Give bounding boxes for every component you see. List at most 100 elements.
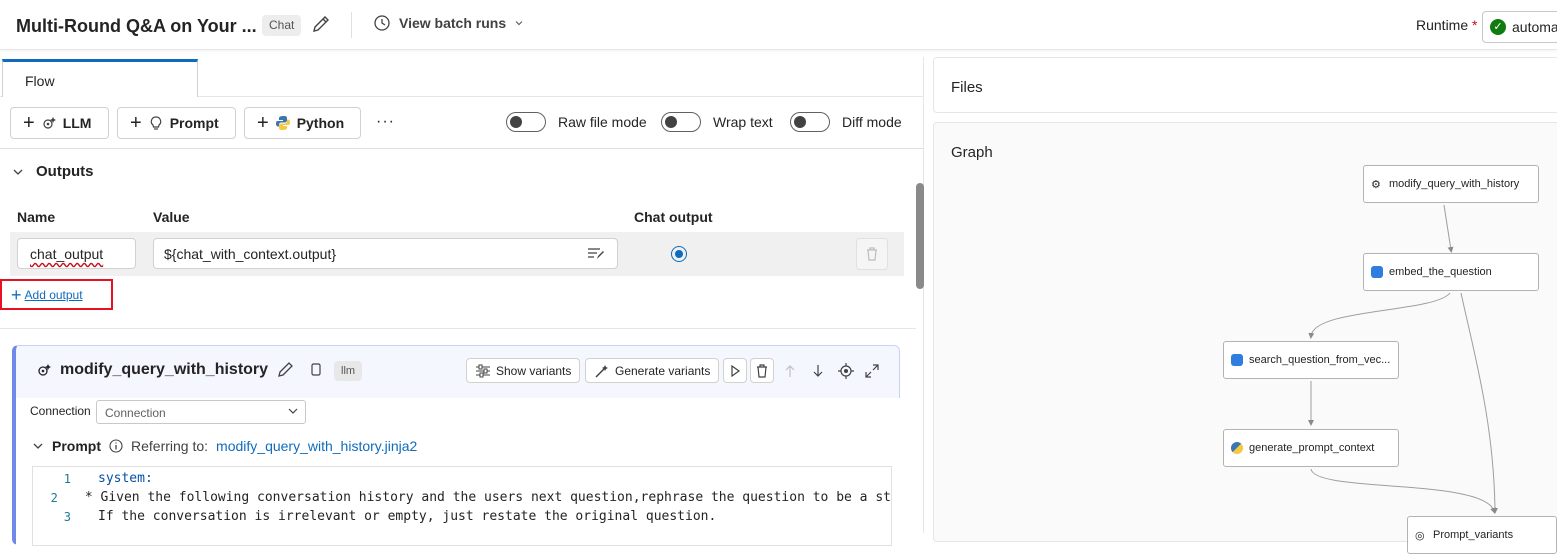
diff-mode-label: Diff mode — [842, 114, 902, 130]
add-llm-label: LLM — [62, 115, 92, 131]
outputs-header[interactable]: Outputs — [12, 163, 94, 180]
delete-node-button[interactable] — [750, 358, 774, 383]
connection-select[interactable]: Connection — [96, 400, 306, 424]
output-name-input[interactable]: chat_output — [17, 238, 136, 269]
scrollbar-thumb[interactable] — [916, 183, 924, 289]
add-output-label: Add output — [24, 287, 83, 302]
files-panel: Files — [933, 57, 1557, 113]
column-header-value: Value — [153, 209, 190, 225]
play-icon — [731, 364, 741, 377]
trash-icon — [757, 363, 767, 378]
llm-node-card: modify_query_with_history llm Show varia… — [12, 345, 900, 548]
graph-node[interactable]: ◎ Prompt_variants — [1407, 516, 1557, 554]
add-prompt-label: Prompt — [169, 115, 219, 131]
expand-node-button[interactable] — [860, 358, 884, 383]
graph-edge — [1310, 468, 1496, 514]
edit-expression-icon[interactable] — [587, 247, 605, 261]
lightbulb-icon — [150, 116, 161, 130]
connection-label: Connection — [30, 404, 91, 418]
vector-search-icon — [1231, 354, 1243, 366]
diff-mode-toggle[interactable] — [790, 112, 830, 132]
node-header: modify_query_with_history llm Show varia… — [16, 346, 900, 398]
node-toolbar: + LLM + Prompt + Python ··· Raw file mod… — [0, 97, 924, 149]
files-title: Files — [951, 79, 983, 96]
wrap-text-toggle[interactable] — [661, 112, 701, 132]
graph-node[interactable]: embed_the_question — [1363, 253, 1539, 291]
prompt-code-editor[interactable]: 1 system: 2 * Given the following conversa… — [32, 466, 892, 546]
arrow-down-icon — [813, 364, 823, 377]
sliders-icon — [476, 364, 490, 377]
expand-icon — [865, 363, 879, 378]
plus-icon: + — [257, 112, 269, 134]
flow-type-badge: Chat — [262, 15, 302, 36]
add-output-button[interactable]: + Add output — [0, 279, 113, 310]
add-llm-button[interactable]: + LLM — [10, 107, 109, 139]
view-batch-runs-button[interactable]: View batch runs — [373, 14, 524, 32]
locate-node-button[interactable] — [834, 358, 858, 383]
top-bar: Multi-Round Q&A on Your ... Chat View ba… — [0, 0, 1557, 50]
python-icon — [1231, 442, 1243, 454]
add-python-label: Python — [296, 115, 345, 131]
run-node-button[interactable] — [723, 358, 747, 383]
view-batch-runs-label: View batch runs — [399, 15, 507, 31]
runtime-value: automa — [1512, 19, 1557, 35]
generate-variants-button[interactable]: Generate variants — [585, 358, 720, 383]
magic-wand-icon — [595, 364, 608, 378]
tab-flow[interactable]: Flow — [2, 59, 198, 97]
show-variants-button[interactable]: Show variants — [466, 358, 581, 383]
prompt-file-link[interactable]: modify_query_with_history.jinja2 — [216, 438, 417, 454]
copy-icon[interactable] — [308, 362, 324, 378]
code-line: 2 * Given the following conversation hist… — [50, 490, 891, 505]
arrow-up-icon — [785, 364, 795, 377]
graph-node[interactable]: generate_prompt_context — [1223, 429, 1399, 467]
chat-output-radio[interactable] — [671, 246, 687, 262]
output-row: chat_output ${chat_with_context.output} — [10, 232, 904, 276]
output-value-input[interactable]: ${chat_with_context.output} — [153, 238, 618, 269]
scrollbar[interactable] — [916, 149, 924, 533]
divider — [351, 12, 352, 38]
embedding-icon — [1371, 266, 1383, 278]
graph-panel: Graph ⚙ modify_query_with_history embed_… — [933, 122, 1557, 554]
edit-title-icon[interactable] — [311, 14, 331, 36]
flow-editor-panel: Flow + LLM + Prompt + Python ··· Raw fil… — [0, 57, 924, 548]
move-up-button[interactable] — [778, 358, 802, 383]
prompt-row: Prompt Referring to: modify_query_with_h… — [32, 438, 417, 454]
show-variants-label: Show variants — [496, 363, 572, 378]
graph-edge — [1308, 292, 1451, 339]
outputs-title: Outputs — [36, 163, 94, 180]
flow-title: Multi-Round Q&A on Your ... — [16, 16, 257, 36]
column-header-name: Name — [17, 209, 56, 225]
node-title: modify_query_with_history — [36, 361, 324, 379]
node-type-badge: llm — [334, 361, 363, 381]
edit-node-name-icon[interactable] — [276, 361, 294, 379]
llm-icon — [38, 364, 51, 376]
node-name: modify_query_with_history — [60, 361, 269, 378]
info-icon[interactable] — [109, 439, 123, 453]
node-body: Connection Connection Prompt Referring t… — [16, 398, 900, 548]
chevron-down-icon — [288, 408, 298, 414]
wrap-text-label: Wrap text — [713, 114, 773, 130]
plus-icon: + — [130, 112, 142, 134]
tab-bar: Flow — [0, 57, 924, 97]
column-header-chat-output: Chat output — [634, 209, 713, 225]
prompt-icon: ◎ — [1415, 530, 1425, 542]
graph-node[interactable]: search_question_from_vec... — [1223, 341, 1399, 379]
runtime-select[interactable]: ✓ automa — [1482, 11, 1557, 43]
add-prompt-button[interactable]: + Prompt — [117, 107, 236, 139]
graph-edge — [1443, 204, 1454, 253]
chevron-down-icon[interactable] — [32, 440, 44, 452]
graph-edge — [1460, 292, 1498, 514]
outputs-section: Outputs Name Value Chat output chat_outp… — [0, 149, 916, 329]
delete-output-button[interactable] — [856, 238, 888, 270]
more-options-button[interactable]: ··· — [376, 113, 395, 131]
prompt-label: Prompt — [52, 438, 101, 454]
raw-file-mode-toggle[interactable] — [506, 112, 546, 132]
plus-icon: + — [23, 112, 35, 134]
chevron-down-icon — [13, 169, 23, 175]
add-python-button[interactable]: + Python — [244, 107, 361, 139]
python-icon — [275, 116, 290, 130]
llm-icon: ⚙ — [1371, 179, 1381, 191]
move-down-button[interactable] — [806, 358, 830, 383]
target-icon — [838, 362, 854, 379]
graph-node[interactable]: ⚙ modify_query_with_history — [1363, 165, 1539, 203]
